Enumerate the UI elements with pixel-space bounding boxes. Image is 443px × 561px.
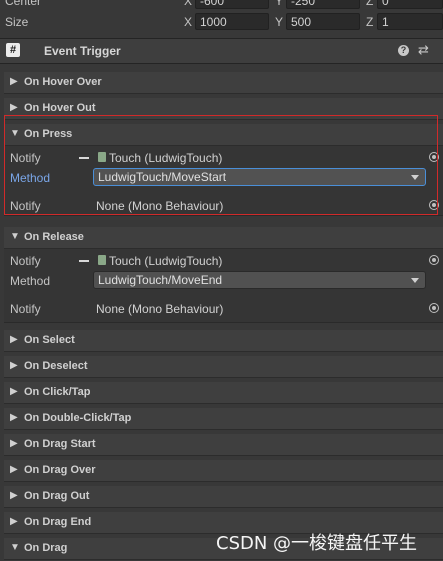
- section-title: On Click/Tap: [24, 386, 91, 398]
- collapsed-arrow-icon: ▶: [10, 102, 18, 113]
- collapsed-arrow-icon: ▶: [10, 386, 18, 397]
- center-z-field[interactable]: 0: [377, 0, 443, 9]
- expanded-arrow-icon: ▼: [10, 128, 20, 139]
- section-on-drag-out[interactable]: ▶ On Drag Out: [4, 486, 443, 508]
- press-method-value: LudwigTouch/MoveStart: [98, 170, 227, 184]
- section-title: On Select: [24, 334, 75, 346]
- size-x-field[interactable]: 1000: [195, 13, 269, 30]
- collapsed-arrow-icon: ▶: [10, 334, 18, 345]
- center-z-caption: Z: [366, 0, 374, 8]
- section-title: On Drag Out: [24, 490, 90, 502]
- collapsed-arrow-icon: ▶: [10, 438, 18, 449]
- press-notify-value[interactable]: Touch (LudwigTouch): [109, 151, 222, 165]
- event-trigger-header[interactable]: # Event Trigger ? ⇄: [0, 38, 443, 64]
- collapsed-arrow-icon: ▶: [10, 464, 18, 475]
- object-picker-icon[interactable]: [429, 255, 439, 265]
- component-title: Event Trigger: [44, 44, 121, 58]
- script-hash-icon: #: [6, 43, 20, 57]
- section-on-double-click-tap[interactable]: ▶ On Double-Click/Tap: [4, 408, 443, 430]
- center-x-caption: X: [184, 0, 193, 8]
- section-title: On Drag: [24, 542, 68, 554]
- chevron-down-icon: [411, 175, 419, 180]
- script-object-icon: [98, 255, 106, 265]
- size-z-caption: Z: [366, 15, 374, 29]
- section-on-hover-over[interactable]: ▶ On Hover Over: [4, 72, 443, 94]
- release-method-value: LudwigTouch/MoveEnd: [98, 273, 223, 287]
- size-y-field[interactable]: 500: [286, 13, 360, 30]
- section-title: On Hover Out: [24, 102, 96, 114]
- section-on-hover-out[interactable]: ▶ On Hover Out: [4, 98, 443, 120]
- object-picker-icon[interactable]: [429, 303, 439, 313]
- section-on-press[interactable]: ▼ On Press: [4, 124, 443, 146]
- section-title: On Hover Over: [24, 76, 102, 88]
- help-icon[interactable]: ?: [398, 45, 409, 56]
- center-y-field[interactable]: -250: [286, 0, 360, 9]
- section-title: On Drag End: [24, 516, 92, 528]
- center-x-field[interactable]: -600: [195, 0, 269, 9]
- section-title: On Drag Start: [24, 438, 96, 450]
- collapsed-arrow-icon: ▶: [10, 76, 18, 87]
- release-method-dropdown[interactable]: LudwigTouch/MoveEnd: [93, 271, 426, 289]
- size-x-caption: X: [184, 15, 193, 29]
- section-title: On Release: [24, 231, 84, 243]
- size-label: Size: [5, 15, 29, 29]
- press-notify2-value[interactable]: None (Mono Behaviour): [96, 199, 223, 213]
- collapsed-arrow-icon: ▶: [10, 490, 18, 501]
- release-notify2-label: Notify: [10, 302, 41, 316]
- section-on-click-tap[interactable]: ▶ On Click/Tap: [4, 382, 443, 404]
- release-notify-value[interactable]: Touch (LudwigTouch): [109, 254, 222, 268]
- watermark-text: CSDN @一梭键盘任平生: [216, 533, 418, 554]
- object-picker-icon[interactable]: [429, 200, 439, 210]
- section-title: On Drag Over: [24, 464, 96, 476]
- collapsed-arrow-icon: ▶: [10, 412, 18, 423]
- center-label: Center: [5, 0, 42, 8]
- press-notify2-label: Notify: [10, 199, 41, 213]
- section-on-deselect[interactable]: ▶ On Deselect: [4, 356, 443, 378]
- section-on-drag-start[interactable]: ▶ On Drag Start: [4, 434, 443, 456]
- size-z-field[interactable]: 1: [377, 13, 443, 30]
- release-notify2-value[interactable]: None (Mono Behaviour): [96, 302, 223, 316]
- size-y-caption: Y: [275, 15, 284, 29]
- center-y-caption: Y: [275, 0, 284, 8]
- settings-icon[interactable]: ⇄: [418, 42, 429, 58]
- press-notify-label: Notify: [10, 151, 41, 165]
- section-on-release[interactable]: ▼ On Release: [4, 227, 443, 249]
- remove-minus-icon[interactable]: [79, 157, 89, 159]
- press-method-dropdown[interactable]: LudwigTouch/MoveStart: [93, 168, 426, 186]
- expanded-arrow-icon: ▼: [10, 542, 20, 553]
- section-title: On Press: [24, 128, 73, 140]
- expanded-arrow-icon: ▼: [10, 231, 20, 242]
- collapsed-arrow-icon: ▶: [10, 516, 18, 527]
- section-on-drag-over[interactable]: ▶ On Drag Over: [4, 460, 443, 482]
- section-title: On Deselect: [24, 360, 88, 372]
- collapsed-arrow-icon: ▶: [10, 360, 18, 371]
- release-notify-label: Notify: [10, 254, 41, 268]
- script-object-icon: [98, 152, 106, 162]
- section-title: On Double-Click/Tap: [24, 412, 132, 424]
- press-method-label: Method: [10, 171, 51, 185]
- remove-minus-icon[interactable]: [79, 260, 89, 262]
- object-picker-icon[interactable]: [429, 152, 439, 162]
- release-method-label: Method: [10, 274, 51, 288]
- section-on-select[interactable]: ▶ On Select: [4, 330, 443, 352]
- chevron-down-icon: [411, 278, 419, 283]
